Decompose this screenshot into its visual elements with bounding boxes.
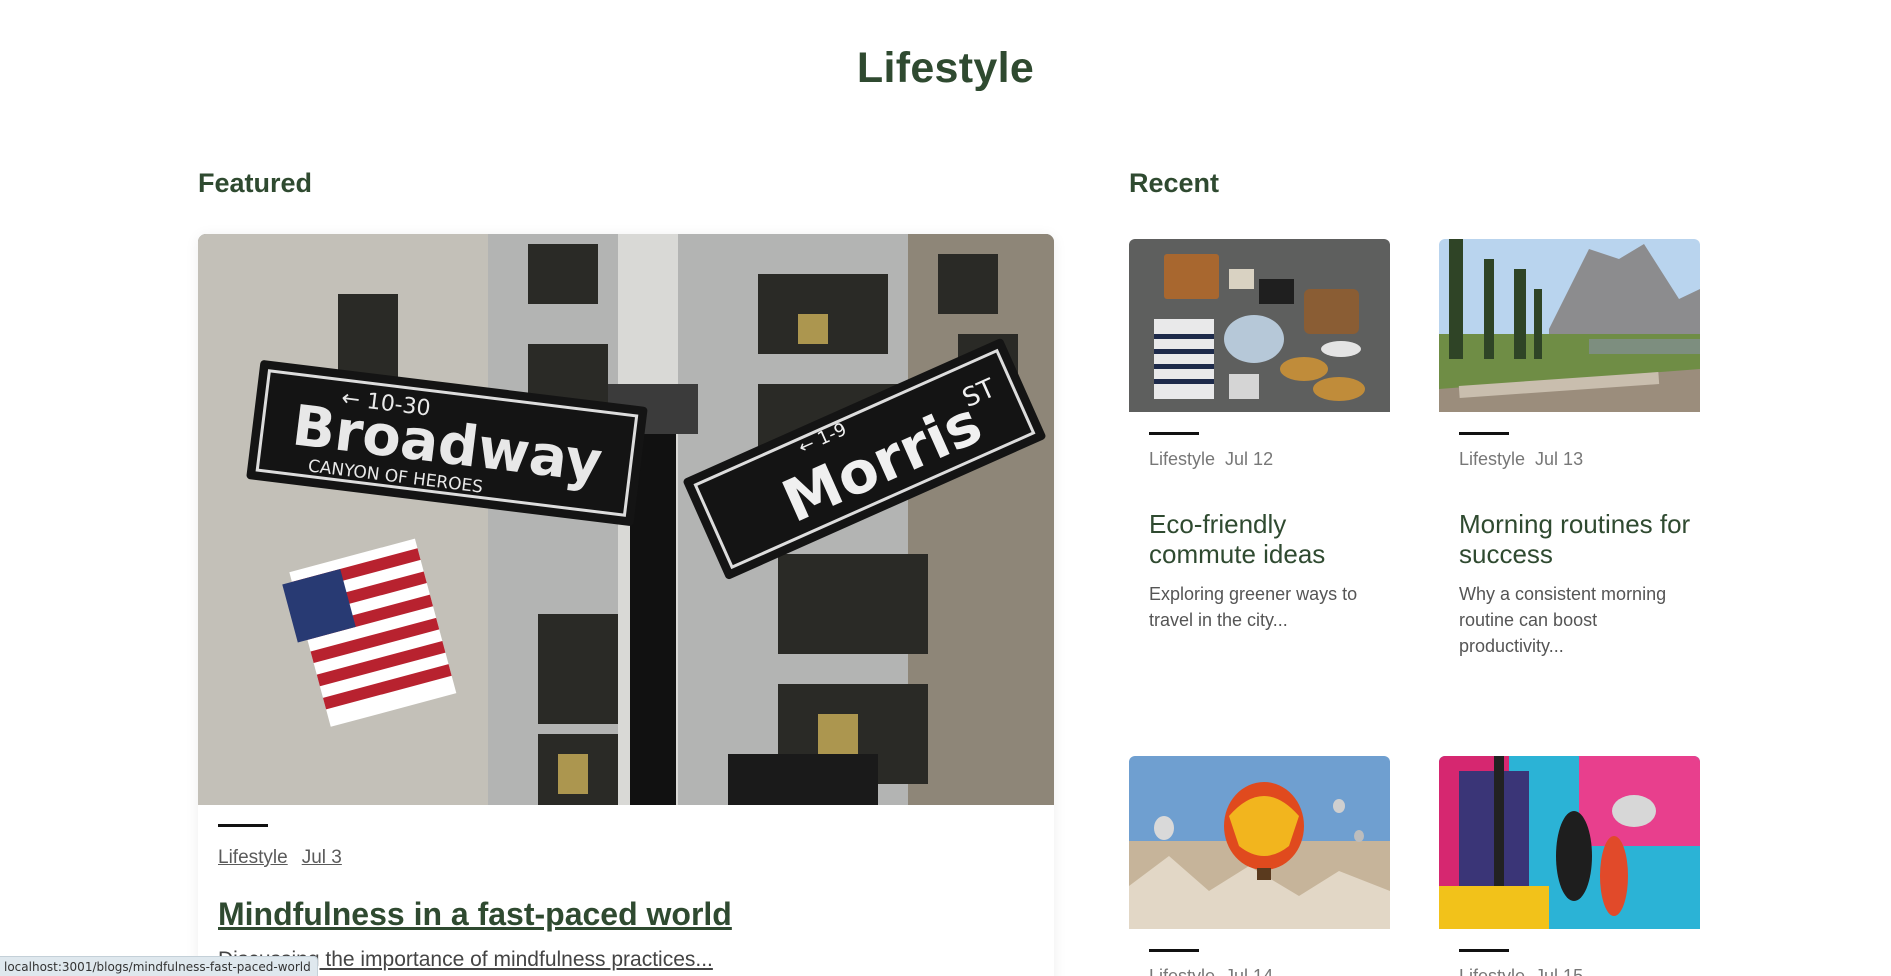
browser-status-url: localhost:3001/blogs/mindfulness-fast-pa… [0, 956, 318, 976]
date-label: Jul 12 [1225, 449, 1274, 469]
accent-line [1149, 432, 1199, 435]
post-meta: Lifestyle Jul 14 [1149, 966, 1283, 976]
recent-thumbnail[interactable] [1129, 756, 1390, 929]
featured-heading: Featured [198, 168, 313, 198]
mountain-meadow-illustration [1439, 239, 1700, 412]
recent-excerpt: Exploring greener ways to travel in the … [1149, 584, 1358, 630]
accent-line [1459, 432, 1509, 435]
date-label: Jul 15 [1535, 966, 1584, 976]
accent-line [218, 824, 268, 827]
basketball-players-illustration [1439, 756, 1700, 929]
featured-post-card[interactable]: Broadway ← 10-30 CANYON OF HEROES Morris… [198, 234, 1054, 976]
post-meta: Lifestyle Jul 15 [1459, 966, 1593, 976]
category-label[interactable]: Lifestyle [1459, 966, 1525, 976]
featured-title[interactable]: Mindfulness in a fast-paced world [218, 896, 732, 933]
recent-thumbnail[interactable] [1129, 239, 1390, 412]
recent-thumbnail[interactable] [1439, 756, 1700, 929]
post-meta: Lifestyle Jul 13 [1459, 449, 1593, 470]
recent-thumbnail[interactable] [1439, 239, 1700, 412]
street-signs-illustration: Broadway ← 10-30 CANYON OF HEROES Morris… [198, 234, 1054, 805]
hot-air-balloons-illustration [1129, 756, 1390, 929]
date-label: Jul 13 [1535, 449, 1584, 469]
page-title: Lifestyle [856, 44, 1035, 92]
date-label: Jul 14 [1225, 966, 1274, 976]
date-link[interactable]: Jul 3 [302, 847, 342, 868]
category-label[interactable]: Lifestyle [1459, 449, 1525, 469]
accent-line [1149, 949, 1199, 952]
recent-title[interactable]: Morning routines for success [1459, 509, 1694, 569]
category-label[interactable]: Lifestyle [1149, 966, 1215, 976]
recent-title[interactable]: Eco-friendly commute ideas [1149, 509, 1384, 569]
post-meta: Lifestyle Jul 12 [1149, 449, 1283, 470]
category-label[interactable]: Lifestyle [1149, 449, 1215, 469]
accent-line [1459, 949, 1509, 952]
flatlay-items-illustration [1129, 239, 1390, 412]
featured-image[interactable]: Broadway ← 10-30 CANYON OF HEROES Morris… [198, 234, 1054, 805]
recent-excerpt: Why a consistent morning routine can boo… [1459, 584, 1667, 656]
recent-heading: Recent [1129, 168, 1220, 198]
category-link[interactable]: Lifestyle [218, 847, 288, 868]
featured-meta: Lifestyle Jul 3 [218, 847, 356, 869]
